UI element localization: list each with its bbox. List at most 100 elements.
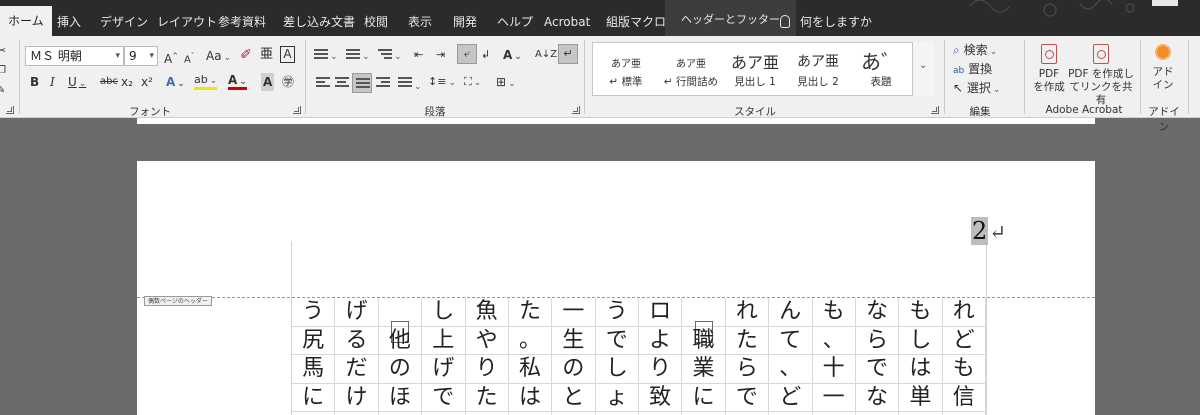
text-character: し (422, 298, 465, 327)
multilevel-list-button[interactable] (378, 46, 402, 64)
replace-button[interactable]: ab 置換 (953, 60, 992, 78)
chevron-down-icon[interactable]: ▾ (115, 47, 120, 65)
text-effects-button[interactable]: A (166, 73, 185, 91)
text-column: うでしょ (595, 298, 639, 415)
change-case-button[interactable]: Aa (206, 47, 231, 65)
style-no-spacing[interactable]: あア亜 ↵ 行間詰め (660, 46, 722, 92)
acrobat-group-label: Adobe Acrobat (1045, 104, 1123, 116)
group-separator (1024, 40, 1025, 114)
borders-button[interactable]: ⊞ (496, 73, 516, 91)
text-character: で (595, 327, 638, 356)
group-separator (584, 40, 585, 114)
text-direction-button[interactable]: ⤶ (457, 44, 477, 64)
line-spacing-button[interactable]: ↕≡ (428, 73, 456, 91)
tab-typesetting-macro[interactable]: 組版マクロ (606, 8, 666, 36)
decrease-indent-button[interactable]: ⇤ (414, 46, 423, 64)
align-left-icon (316, 77, 330, 89)
tab-insert[interactable]: 挿入 (57, 8, 81, 36)
style-title[interactable]: あ゛ 表題 (850, 46, 912, 92)
shrink-font-button[interactable]: Aˇ (184, 47, 194, 65)
style-name: 見出し 2 (797, 76, 839, 88)
tab-design[interactable]: デザイン (100, 8, 148, 36)
highlight-color-button[interactable]: ab (194, 73, 218, 90)
tab-help[interactable]: ヘルプ (497, 8, 533, 36)
tab-view[interactable]: 表示 (408, 8, 432, 36)
create-pdf-button[interactable]: PDF を作成 (1031, 44, 1067, 94)
tab-home[interactable]: ホーム (0, 6, 52, 36)
tab-review[interactable]: 校閲 (364, 8, 388, 36)
styles-gallery-more[interactable]: ⌄ (912, 42, 934, 96)
cut-icon[interactable]: ✂ (0, 42, 6, 60)
tab-acrobat[interactable]: Acrobat (544, 8, 590, 36)
font-color-button[interactable]: A (228, 73, 247, 90)
text-column: んて、ど (769, 298, 813, 415)
style-heading-1[interactable]: あア亜 見出し 1 (724, 46, 786, 92)
numbering-button[interactable] (346, 46, 370, 64)
font-name-value: ＭＳ 明朝 (30, 49, 82, 63)
bullets-button[interactable] (314, 46, 338, 64)
styles-dialog-launcher[interactable] (931, 106, 939, 114)
strikethrough-button[interactable]: abc (100, 73, 118, 91)
clipboard-dialog-launcher[interactable] (6, 106, 14, 114)
chevron-down-icon[interactable]: ▾ (149, 47, 154, 65)
text-character: た (725, 327, 769, 356)
format-painter-icon[interactable]: ✎ (0, 82, 5, 100)
chevron-down-icon: ⌄ (919, 60, 928, 71)
tab-mailings[interactable]: 差し込み文書 (283, 8, 355, 36)
right-to-left-icon[interactable]: ↲ (481, 46, 490, 64)
text-character: し (595, 355, 638, 384)
style-sample: あア亜 (611, 59, 641, 70)
align-left-button[interactable] (316, 76, 330, 94)
enclosed-character-icon[interactable]: ㊫ (282, 73, 294, 91)
text-column: う尻馬に (292, 298, 336, 415)
bold-button[interactable]: B (30, 73, 39, 91)
tab-references[interactable]: 参考資料 (218, 8, 266, 36)
justify-button[interactable] (352, 73, 372, 93)
find-button[interactable]: ⌕ 検索 (953, 41, 997, 59)
shading-button[interactable]: ⛶ (464, 73, 481, 91)
superscript-button[interactable]: x² (141, 73, 153, 91)
style-sample: あア亜 (676, 59, 706, 70)
font-dialog-launcher[interactable] (293, 106, 301, 114)
phonetic-guide-icon[interactable]: 亜 (260, 46, 273, 64)
style-sample: あア亜 (797, 54, 839, 70)
addins-button[interactable]: アド イン (1148, 44, 1178, 92)
sort-button[interactable]: A↓Z (535, 46, 557, 64)
style-normal[interactable]: あア亜 ↵ 標準 (595, 46, 657, 92)
asian-layout-button[interactable]: A (503, 46, 522, 64)
font-size-box[interactable]: 9 ▾ (124, 46, 158, 66)
font-name-box[interactable]: ＭＳ 明朝 ▾ (25, 46, 124, 66)
align-right-button[interactable] (376, 76, 390, 94)
create-pdf-share-link-button[interactable]: PDF を作成し てリンクを共有 (1068, 44, 1134, 107)
document-page[interactable]: 2↵ 偶数ページのヘッダー う尻馬にげるだけ□他のほし上げで魚やりたた。私は一生… (137, 161, 1095, 415)
character-shading-button[interactable]: A (261, 73, 275, 91)
grow-font-button[interactable]: A^ (164, 47, 178, 66)
tab-header-footer[interactable]: ヘッダーとフッター (665, 0, 796, 36)
addins-group-label: アドイン (1148, 106, 1180, 133)
subscript-button[interactable]: x₂ (121, 73, 133, 91)
select-button[interactable]: ↖ 選択 (953, 79, 1000, 97)
style-heading-2[interactable]: あア亜 見出し 2 (787, 46, 849, 92)
vertical-text-grid[interactable]: う尻馬にげるだけ□他のほし上げで魚やりたた。私は一生のとうでしょロより致□職業に… (292, 298, 986, 415)
create-pdf-label-2: を作成 (1033, 81, 1065, 93)
tab-layout[interactable]: レイアウト (157, 8, 217, 36)
character-border-icon[interactable]: A (280, 46, 295, 63)
clear-formatting-icon[interactable]: ✐ (240, 46, 252, 64)
show-marks-button[interactable]: ↵ (558, 44, 578, 64)
text-character: れ (942, 298, 985, 327)
italic-button[interactable]: I (50, 73, 55, 91)
group-separator (305, 40, 306, 114)
increase-indent-button[interactable]: ⇥ (436, 46, 445, 64)
copy-icon[interactable]: ❐ (0, 62, 6, 80)
text-character: ら (725, 355, 769, 384)
text-character: 信 (942, 384, 985, 413)
distributed-button[interactable] (398, 76, 422, 94)
text-character: ロ (639, 298, 682, 327)
underline-button[interactable]: U (68, 73, 86, 91)
align-center-button[interactable] (335, 76, 349, 94)
page-number-field[interactable]: 2 ↵ (971, 217, 1006, 245)
tell-me-search[interactable]: 何をしますか (780, 8, 872, 36)
paragraph-dialog-launcher[interactable] (572, 106, 580, 114)
tab-developer[interactable]: 開発 (453, 8, 477, 36)
right-margin-guide (986, 241, 987, 415)
